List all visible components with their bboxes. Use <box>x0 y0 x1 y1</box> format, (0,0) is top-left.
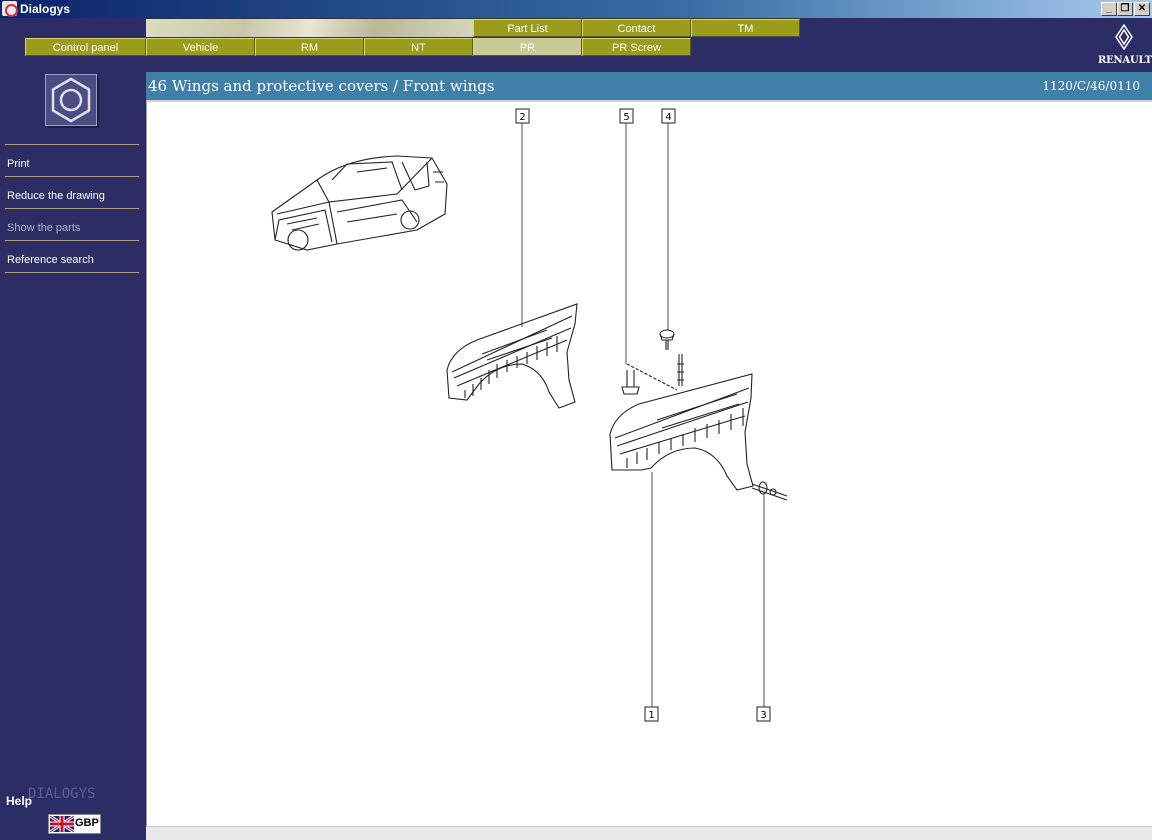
section-header: 46 Wings and protective covers / Front w… <box>146 72 1152 100</box>
currency-code: GBP <box>75 817 99 829</box>
callout-1[interactable]: 1 <box>644 706 659 722</box>
page-title: 46 Wings and protective covers / Front w… <box>148 77 495 95</box>
parts-diagram: 2 5 4 1 3 <box>271 108 788 722</box>
minimize-button[interactable]: _ <box>1101 2 1117 16</box>
tab-pr-screw[interactable]: PR Screw <box>582 38 691 56</box>
callout-label: 3 <box>760 710 766 721</box>
sidebar-item-show-parts: Show the parts <box>7 222 81 234</box>
uk-flag-icon <box>50 816 74 832</box>
drawing-reference: 1120/C/46/0110 <box>1042 79 1140 93</box>
callout-2[interactable]: 2 <box>515 108 530 124</box>
callout-3[interactable]: 3 <box>756 706 771 722</box>
currency-selector[interactable]: GBP <box>48 814 101 834</box>
callout-label: 2 <box>519 112 525 123</box>
callout-label: 4 <box>665 112 671 123</box>
close-button[interactable]: ✕ <box>1134 2 1150 16</box>
menu-divider <box>5 176 139 177</box>
sidebar: Print Reduce the drawing Show the parts … <box>0 72 146 840</box>
app-header: Part List Contact TM Control panel Vehic… <box>0 18 1152 72</box>
help-link[interactable]: Help <box>6 794 32 808</box>
restore-button[interactable]: ❐ <box>1117 2 1133 16</box>
callout-5[interactable]: 5 <box>619 108 634 124</box>
menu-divider <box>5 208 139 209</box>
bolt-part <box>751 481 788 501</box>
callout-label: 5 <box>623 112 629 123</box>
tab-part-list[interactable]: Part List <box>473 19 582 37</box>
tab-tm[interactable]: TM <box>691 19 800 37</box>
vehicle-overview-sketch <box>271 155 448 251</box>
window-title: Dialogys <box>20 2 71 16</box>
sidebar-item-reduce-drawing[interactable]: Reduce the drawing <box>7 190 105 202</box>
callout-4[interactable]: 4 <box>661 108 676 124</box>
sidebar-item-print[interactable]: Print <box>7 158 30 170</box>
menu-divider <box>5 144 139 145</box>
tab-contact[interactable]: Contact <box>582 19 691 37</box>
app-icon <box>2 1 18 17</box>
tab-nt[interactable]: NT <box>364 38 473 56</box>
tab-rm[interactable]: RM <box>255 38 364 56</box>
sidebar-item-reference-search[interactable]: Reference search <box>7 254 94 266</box>
renault-logo: RENAULT <box>1098 23 1152 68</box>
hexagon-nut-icon <box>45 74 97 126</box>
menu-divider <box>5 240 139 241</box>
renault-diamond-icon <box>1115 23 1133 51</box>
front-wing-right-part <box>609 373 754 491</box>
leader-lines <box>521 122 765 708</box>
callout-label: 1 <box>648 710 654 721</box>
exploded-parts-drawing[interactable]: 2 5 4 1 3 <box>146 100 1152 828</box>
brand-name: RENAULT <box>1098 55 1152 66</box>
menu-divider <box>5 272 139 273</box>
front-wing-left-part <box>446 303 578 409</box>
tab-vehicle[interactable]: Vehicle <box>146 38 255 56</box>
tab-control-panel[interactable]: Control panel <box>25 38 146 56</box>
screw-part <box>659 329 684 386</box>
dialogys-watermark: DIALOGYS <box>28 786 96 802</box>
tab-pr[interactable]: PR <box>473 38 582 56</box>
status-strip <box>146 826 1152 840</box>
header-banner-image <box>146 19 473 37</box>
window-titlebar: Dialogys _ ❐ ✕ <box>0 0 1152 18</box>
clip-part <box>621 363 678 395</box>
